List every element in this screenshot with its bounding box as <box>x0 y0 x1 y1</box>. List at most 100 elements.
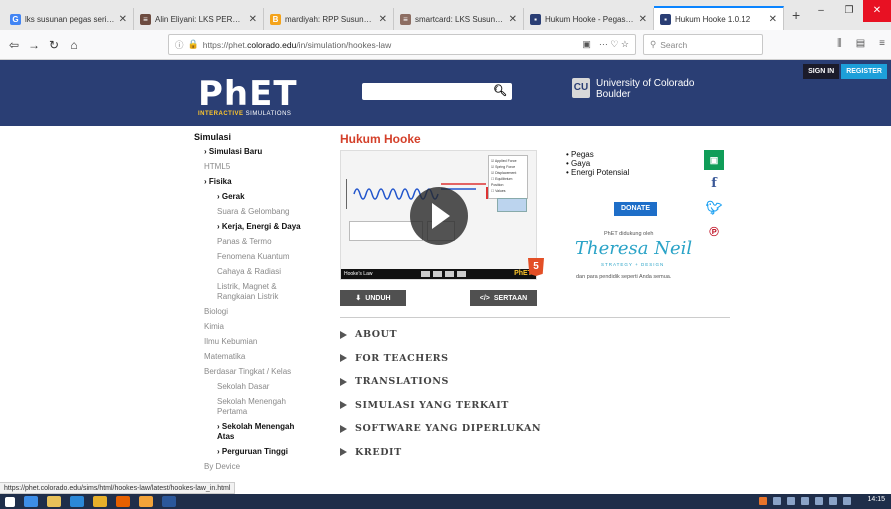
twitter-icon[interactable]: 🐦︎ <box>704 198 724 218</box>
sidebar-item[interactable]: › Gerak <box>194 192 312 202</box>
tray-bluetooth-icon[interactable] <box>787 497 795 505</box>
site-search-input[interactable]: 🔍︎ <box>362 83 512 100</box>
sponsor-logo[interactable]: Theresa Neil <box>575 238 692 259</box>
browser-tab[interactable]: ≡ Alin Eliyani: LKS PERCOBAAN ✕ <box>134 8 264 30</box>
sidebar-icon[interactable]: ▤ <box>856 38 865 49</box>
address-bar[interactable]: ⓘ 🔒 https://phet. colorado.edu/in/simulat… <box>168 34 636 55</box>
tray-flag-icon[interactable] <box>815 497 823 505</box>
media-icon[interactable] <box>139 496 153 507</box>
sidebar-item[interactable]: Biologi <box>194 307 312 317</box>
sidebar-item[interactable]: › Simulasi Baru <box>194 147 312 157</box>
word-icon[interactable] <box>162 496 176 507</box>
pinterest-icon[interactable]: ℗ <box>704 222 724 242</box>
menu-icon[interactable]: ≡ <box>879 38 885 49</box>
donate-button[interactable]: DONATE <box>614 202 657 216</box>
reader-view-icon[interactable]: ▣ <box>582 39 591 50</box>
download-button[interactable]: ⬇ UNDUH <box>340 290 406 306</box>
sidebar-item[interactable]: Ilmu Kebumian <box>194 337 312 347</box>
navigation-toolbar: ⇦ → ↻ ⌂ ⓘ 🔒 https://phet. colorado.edu/in… <box>0 30 891 60</box>
tray-network-icon[interactable] <box>773 497 781 505</box>
home-icon[interactable]: ⌂ <box>64 38 84 52</box>
tab-close-icon[interactable]: ✕ <box>639 14 647 25</box>
new-tab-button[interactable]: + <box>784 7 808 23</box>
sidebar-item[interactable]: By Device <box>194 462 312 472</box>
tab-title: mardiyah: RPP Susunan Pegas <box>285 14 375 24</box>
browser-tab[interactable]: ▪ Hukum Hooke 1.0.12 ✕ <box>654 6 784 30</box>
firefox-icon[interactable] <box>116 496 130 507</box>
google-classroom-icon[interactable]: ▣ <box>704 150 724 170</box>
reload-icon[interactable]: ↻ <box>44 38 64 52</box>
sidebar-item[interactable]: Matematika <box>194 352 312 362</box>
sidebar-item[interactable]: › Kerja, Energi & Daya <box>194 222 312 232</box>
lock-icon: 🔒 <box>187 39 199 49</box>
sidebar-item[interactable]: Panas & Termo <box>194 237 312 247</box>
sidebar-item[interactable]: Suara & Gelombang <box>194 207 312 217</box>
browser-tab[interactable]: Glks susunan pegas seri dan ✕ <box>4 8 134 30</box>
auth-buttons: SIGN IN REGISTER <box>803 64 887 79</box>
sidebar-item[interactable]: HTML5 <box>194 162 312 172</box>
minimize-icon[interactable]: – <box>807 0 835 22</box>
system-tray <box>759 497 851 505</box>
register-button[interactable]: REGISTER <box>841 64 887 79</box>
play-icon[interactable] <box>410 187 468 245</box>
simulation-preview[interactable]: ☑ Applied Force ☑ Spring Force ☑ Displacem… <box>340 150 537 280</box>
close-window-icon[interactable]: ✕ <box>863 0 891 22</box>
tray-wifi-icon[interactable] <box>801 497 809 505</box>
sidebar-item[interactable]: › Sekolah Menengah Atas <box>194 422 312 442</box>
category-sidebar: Simulasi › Simulasi Baru HTML5 › Fisika › Ge… <box>194 132 312 477</box>
back-icon[interactable]: ⇦ <box>4 38 24 52</box>
sign-in-button[interactable]: SIGN IN <box>803 64 840 79</box>
browser-tab[interactable]: ▪ Hukum Hooke - Pegas, Gaya ✕ <box>524 8 654 30</box>
sidebar-item[interactable]: Sekolah Dasar <box>194 382 312 392</box>
tab-favicon-icon: ≡ <box>400 13 411 25</box>
windows-taskbar: 14:15 <box>0 494 891 509</box>
tab-close-icon[interactable]: ✕ <box>119 14 127 25</box>
embed-button[interactable]: </> SERTAAN <box>470 290 537 306</box>
tab-close-icon[interactable]: ✕ <box>509 14 517 25</box>
tab-title: Hukum Hooke 1.0.12 <box>675 14 751 24</box>
sidebar-item[interactable]: Fenomena Kuantum <box>194 252 312 262</box>
tray-volume-icon[interactable] <box>843 497 851 505</box>
tab-close-icon[interactable]: ✕ <box>769 14 777 25</box>
tray-app-icon[interactable] <box>759 497 767 505</box>
library-icon[interactable]: ⫼ <box>837 38 842 49</box>
accordion-item[interactable]: KREDIT <box>340 441 541 465</box>
accordion-item[interactable]: TRANSLATIONS <box>340 370 541 394</box>
page-actions[interactable]: ··· ♡ ☆ <box>599 39 629 50</box>
sidebar-item[interactable]: › Perguruan Tinggi <box>194 447 312 457</box>
sidebar-item[interactable]: Cahaya & Radiasi <box>194 267 312 277</box>
tab-close-icon[interactable]: ✕ <box>379 14 387 25</box>
sidebar-item[interactable]: Sekolah Menengah Pertama <box>194 397 312 417</box>
search-box[interactable]: ⚲ Search <box>643 34 763 55</box>
tray-battery-icon[interactable] <box>829 497 837 505</box>
clock: 14:15 <box>867 496 885 503</box>
accordion-item[interactable]: FOR TEACHERS <box>340 347 541 371</box>
browser-tab[interactable]: ≡ smartcard: LKS Susunan Pegas ✕ <box>394 8 524 30</box>
embed-label: SERTAAN <box>493 294 528 302</box>
edge-icon[interactable] <box>24 496 38 507</box>
topic-item: • Energi Potensial <box>566 168 630 177</box>
expand-triangle-icon <box>340 401 347 410</box>
restore-icon[interactable]: ❐ <box>835 0 863 22</box>
info-icon[interactable]: ⓘ <box>175 39 184 51</box>
browser-tab[interactable]: Bmardiyah: RPP Susunan Pegas ✕ <box>264 8 394 30</box>
accordion-item[interactable]: SOFTWARE YANG DIPERLUKAN <box>340 417 541 441</box>
sidebar-item[interactable]: › Fisika <box>194 177 312 187</box>
explorer-icon[interactable] <box>47 496 61 507</box>
facebook-icon[interactable]: f <box>704 174 724 194</box>
sidebar-item[interactable]: Berdasar Tingkat / Kelas <box>194 367 312 377</box>
university-logo[interactable]: CU University of Colorado Boulder <box>572 78 694 100</box>
tab-close-icon[interactable]: ✕ <box>249 14 257 25</box>
phet-logo[interactable]: PhET INTERACTIVE SIMULATIONS <box>198 68 308 118</box>
chrome-icon[interactable] <box>93 496 107 507</box>
forward-icon[interactable]: → <box>24 38 44 52</box>
accordion-item[interactable]: ABOUT <box>340 323 541 347</box>
search-icon[interactable]: 🔍︎ <box>493 84 507 97</box>
sidebar-item[interactable]: Listrik, Magnet & Rangkaian Listrik <box>194 282 312 302</box>
accordion-item[interactable]: SIMULASI YANG TERKAIT <box>340 394 541 418</box>
sidebar-item[interactable]: Kimia <box>194 322 312 332</box>
start-icon[interactable] <box>5 496 15 507</box>
store-icon[interactable] <box>70 496 84 507</box>
sidebar-item[interactable]: Simulasi <box>194 132 312 142</box>
window-controls: – ❐ ✕ <box>807 0 891 22</box>
